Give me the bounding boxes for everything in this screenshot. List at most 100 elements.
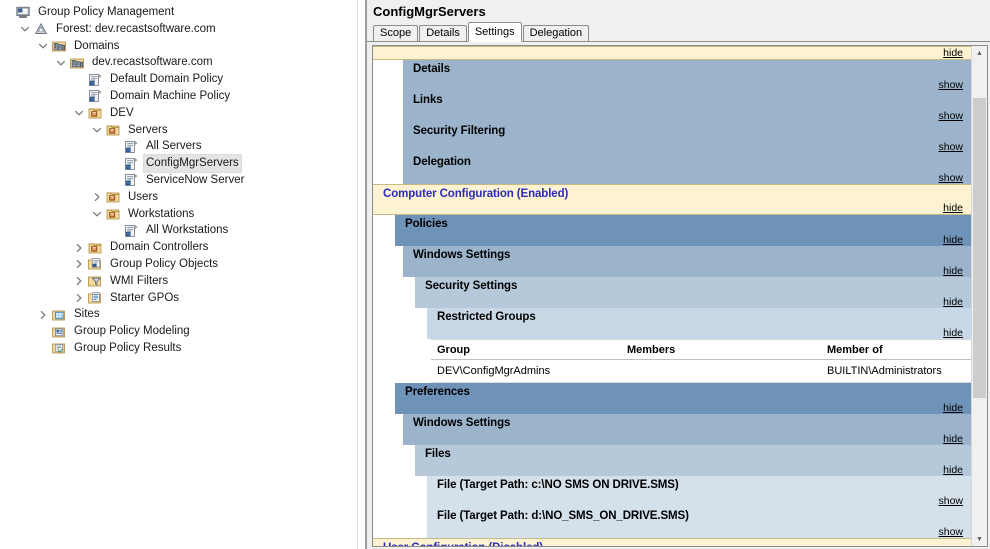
- report-vertical-scrollbar[interactable]: ▲ ▼: [971, 46, 987, 546]
- section-toggle-link[interactable]: hide: [943, 296, 963, 308]
- policy-tree[interactable]: Group Policy ManagementForest: dev.recas…: [0, 4, 357, 357]
- scroll-up-icon[interactable]: ▲: [972, 46, 987, 60]
- ou-icon: [86, 105, 104, 121]
- chevron-down-icon[interactable]: [18, 21, 32, 37]
- tree-item-servicenow-server[interactable]: ServiceNow Server: [0, 172, 357, 189]
- section-title: Security Settings: [415, 277, 971, 292]
- report-indent: Delegationshow: [373, 153, 971, 184]
- tree-item-all-workstations[interactable]: All Workstations: [0, 222, 357, 239]
- section-title: Policies: [395, 215, 971, 230]
- report-section-partial-top[interactable]: hide: [373, 46, 971, 60]
- gpmc-tree-panel[interactable]: Group Policy ManagementForest: dev.recas…: [0, 0, 358, 549]
- report-section-file-c-drive[interactable]: File (Target Path: c:\NO SMS ON DRIVE.SM…: [427, 476, 971, 507]
- chevron-right-icon[interactable]: [72, 240, 86, 256]
- tree-item-sites[interactable]: Sites: [0, 306, 357, 323]
- tree-item-label: ConfigMgrServers: [143, 154, 242, 173]
- section-toggle-link[interactable]: hide: [943, 402, 963, 414]
- section-toggle-link[interactable]: hide: [943, 265, 963, 277]
- tree-item-label: ServiceNow Server: [143, 172, 247, 189]
- chevron-right-icon[interactable]: [72, 290, 86, 306]
- report-section-details[interactable]: Detailsshow: [403, 60, 971, 91]
- chevron-down-icon[interactable]: [54, 55, 68, 71]
- tree-item-servers[interactable]: Servers: [0, 122, 357, 139]
- report-section-restricted-groups[interactable]: Restricted Groupshide: [427, 308, 971, 339]
- chevron-right-icon[interactable]: [36, 307, 50, 323]
- tab-settings[interactable]: Settings: [468, 22, 522, 42]
- tree-item-label: Starter GPOs: [107, 290, 182, 307]
- report-section-windows-settings-1[interactable]: Windows Settingshide: [403, 246, 971, 277]
- section-toggle-link[interactable]: show: [938, 110, 963, 122]
- section-title: Preferences: [395, 383, 971, 398]
- scroll-down-icon[interactable]: ▼: [972, 532, 987, 546]
- ou-icon: [104, 206, 122, 222]
- gpo-icon: [122, 223, 140, 239]
- section-toggle-link[interactable]: hide: [943, 464, 963, 476]
- report-section-file-d-drive[interactable]: File (Target Path: d:\NO_SMS_ON_DRIVE.SM…: [427, 507, 971, 538]
- tree-item-dev-recastsoftware-com[interactable]: dev.recastsoftware.com: [0, 54, 357, 71]
- section-toggle-link[interactable]: hide: [943, 47, 963, 59]
- tree-item-label: Domain Controllers: [107, 239, 211, 256]
- tree-item-group-policy-modeling[interactable]: Group Policy Modeling: [0, 323, 357, 340]
- report-section-windows-settings-2[interactable]: Windows Settingshide: [403, 414, 971, 445]
- tree-item-label: Group Policy Modeling: [71, 323, 193, 340]
- report-section-user-config[interactable]: User Configuration (Disabled)hide: [373, 538, 971, 546]
- section-toggle-link[interactable]: show: [938, 495, 963, 507]
- report-section-preferences[interactable]: Preferences hide: [395, 383, 971, 414]
- chevron-right-icon[interactable]: [72, 273, 86, 289]
- report-section-computer-config[interactable]: Computer Configuration (Enabled)hide: [373, 184, 971, 215]
- section-toggle-link[interactable]: hide: [943, 327, 963, 339]
- tree-item-domain-controllers[interactable]: Domain Controllers: [0, 239, 357, 256]
- report-section-files[interactable]: Fileshide: [415, 445, 971, 476]
- settings-report-container: hideDetailsshowLinksshowSecurity Filteri…: [372, 45, 988, 547]
- tree-item-domain-machine-policy[interactable]: Domain Machine Policy: [0, 88, 357, 105]
- section-toggle-link[interactable]: show: [938, 526, 963, 538]
- report-section-links[interactable]: Linksshow: [403, 91, 971, 122]
- gpo-icon: [122, 139, 140, 155]
- tree-item-workstations[interactable]: Workstations: [0, 206, 357, 223]
- chevron-right-icon[interactable]: [90, 189, 104, 205]
- tree-item-label: WMI Filters: [107, 273, 171, 290]
- tree-item-group-policy-objects[interactable]: Group Policy Objects: [0, 256, 357, 273]
- chevron-down-icon[interactable]: [72, 105, 86, 121]
- section-toggle-link[interactable]: show: [938, 172, 963, 184]
- tree-item-label: Sites: [71, 306, 103, 323]
- section-title: File (Target Path: c:\NO SMS ON DRIVE.SM…: [427, 476, 971, 491]
- tree-item-group-policy-results[interactable]: Group Policy Results: [0, 340, 357, 357]
- tree-item-users[interactable]: Users: [0, 189, 357, 206]
- report-section-security-settings[interactable]: Security Settings hide: [415, 277, 971, 308]
- chevron-right-icon[interactable]: [72, 256, 86, 272]
- chevron-down-icon[interactable]: [90, 122, 104, 138]
- tree-item-domains[interactable]: Domains: [0, 38, 357, 55]
- section-toggle-link[interactable]: show: [938, 79, 963, 91]
- chevron-down-icon[interactable]: [90, 206, 104, 222]
- tree-spacer: [36, 324, 50, 340]
- section-toggle-link[interactable]: hide: [943, 433, 963, 445]
- tree-item-forest-dev-recastsoftware-com[interactable]: Forest: dev.recastsoftware.com: [0, 21, 357, 38]
- tab-scope[interactable]: Scope: [373, 25, 418, 41]
- tree-item-label: Default Domain Policy: [107, 71, 226, 88]
- tree-item-label: DEV: [107, 105, 137, 122]
- tree-item-configmgrservers[interactable]: ConfigMgrServers: [0, 155, 357, 172]
- tree-item-wmi-filters[interactable]: WMI Filters: [0, 273, 357, 290]
- section-toggle-link[interactable]: show: [938, 141, 963, 153]
- tab-delegation[interactable]: Delegation: [523, 25, 590, 41]
- tree-item-all-servers[interactable]: All Servers: [0, 138, 357, 155]
- section-toggle-link[interactable]: hide: [943, 202, 963, 214]
- tree-item-group-policy-management[interactable]: Group Policy Management: [0, 4, 357, 21]
- chevron-down-icon[interactable]: [36, 38, 50, 54]
- gpo-icon: [86, 72, 104, 88]
- tree-item-default-domain-policy[interactable]: Default Domain Policy: [0, 71, 357, 88]
- report-section-policies[interactable]: Policies hide: [395, 215, 971, 246]
- tree-item-label: Forest: dev.recastsoftware.com: [53, 21, 219, 38]
- tree-item-starter-gpos[interactable]: Starter GPOs: [0, 290, 357, 307]
- report-section-delegation[interactable]: Delegationshow: [403, 153, 971, 184]
- tab-details[interactable]: Details: [419, 25, 467, 41]
- scrollbar-thumb[interactable]: [973, 98, 986, 398]
- section-toggle-link[interactable]: hide: [943, 234, 963, 246]
- panel-splitter[interactable]: [358, 0, 366, 549]
- tabstrip[interactable]: Scope Details Settings Delegation: [367, 22, 990, 42]
- report-indent: Restricted Groupshide: [373, 308, 971, 339]
- tree-item-dev[interactable]: DEV: [0, 105, 357, 122]
- report-section-security-filtering[interactable]: Security Filteringshow: [403, 122, 971, 153]
- tree-item-label: Group Policy Results: [71, 340, 184, 357]
